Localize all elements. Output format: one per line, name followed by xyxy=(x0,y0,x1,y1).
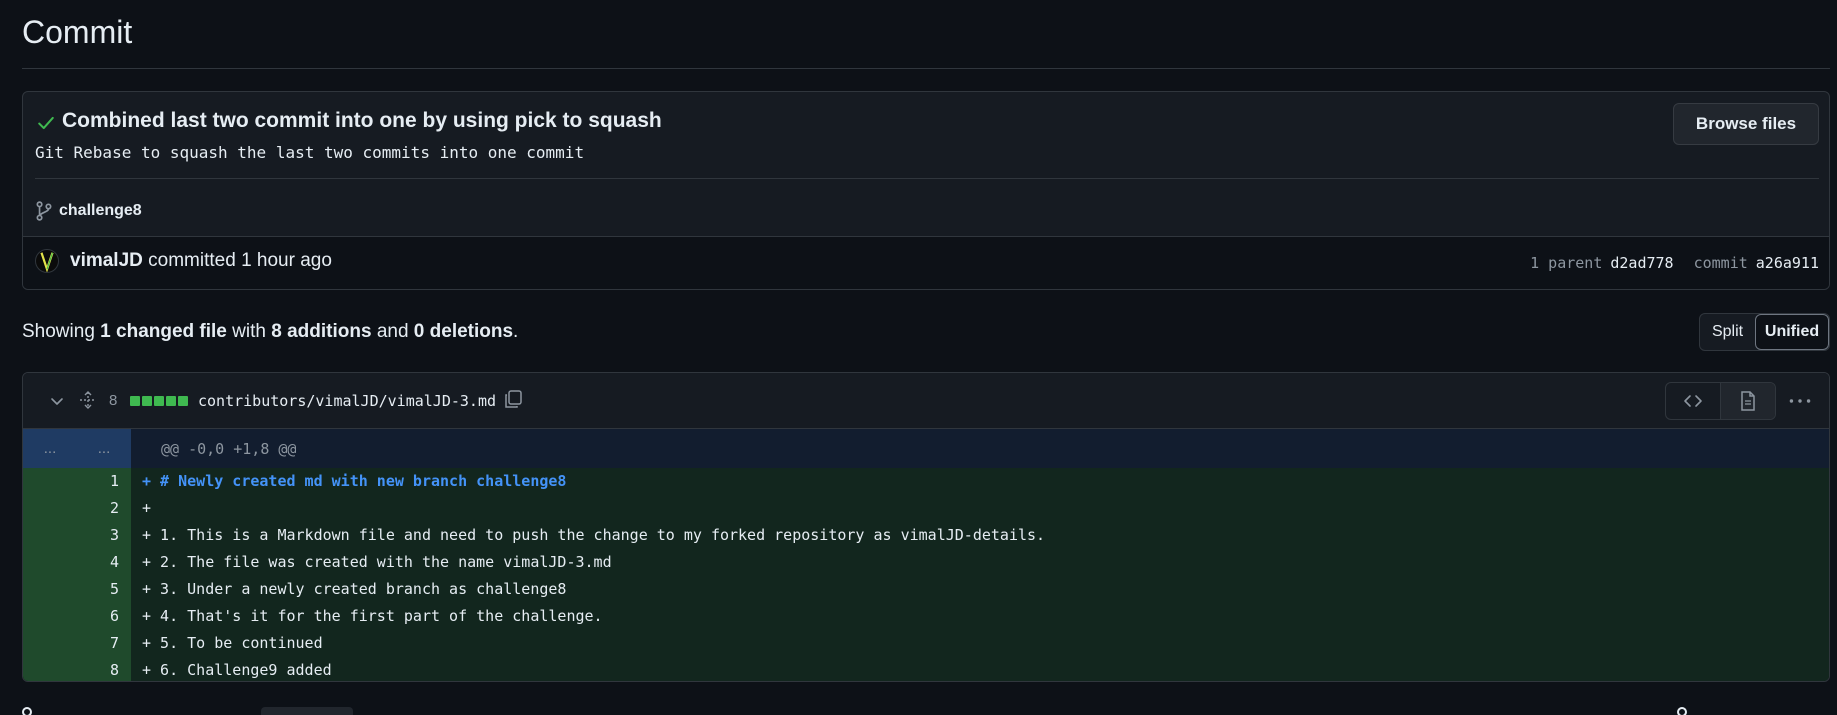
commit-label: commit xyxy=(1693,254,1748,272)
file-path[interactable]: contributors/vimalJD/vimalJD-3.md xyxy=(198,392,496,410)
split-view-button[interactable]: Split xyxy=(1700,314,1755,350)
line-code: + 4. That's it for the first part of the… xyxy=(142,607,603,625)
parent-info: 1 parent d2ad778 commit a26a911 xyxy=(1530,254,1819,272)
branch-icon xyxy=(36,201,52,221)
title-divider xyxy=(22,68,1830,69)
line-code: + 3. Under a newly created branch as cha… xyxy=(142,580,567,598)
line-gutter[interactable]: 7 xyxy=(23,630,131,657)
line-number: 6 xyxy=(109,607,119,625)
hunk-expand-right[interactable]: ... xyxy=(77,429,131,468)
line-gutter[interactable]: 5 xyxy=(23,576,131,603)
hunk-header: @@ -0,0 +1,8 @@ xyxy=(161,440,297,458)
diffstat-bar xyxy=(130,396,188,406)
commit-title: Combined last two commit into one by usi… xyxy=(62,109,662,132)
file-icon xyxy=(1741,391,1755,411)
file-header: 8 contributors/vimalJD/vimalJD-3.md xyxy=(23,373,1829,429)
parent-sha[interactable]: d2ad778 xyxy=(1610,254,1673,272)
line-number: 5 xyxy=(109,580,119,598)
file-additions-count: 8 xyxy=(109,392,118,409)
cutoff-icon xyxy=(22,707,32,715)
line-code: + 2. The file was created with the name … xyxy=(142,553,612,571)
hunk-expand-left[interactable]: ... xyxy=(23,429,77,468)
author-row: vimalJD committed 1 hour ago 1 parent d2… xyxy=(23,236,1829,289)
line-gutter[interactable]: 6 xyxy=(23,603,131,630)
line-gutter[interactable]: 2 xyxy=(23,495,131,522)
file-view-button[interactable] xyxy=(1720,383,1775,419)
line-number: 1 xyxy=(109,472,119,490)
view-toggle: Split Unified xyxy=(1699,313,1830,351)
line-number: 2 xyxy=(109,499,119,517)
summary-and: and xyxy=(376,321,409,342)
commit-box: Combined last two commit into one by usi… xyxy=(22,91,1830,290)
avatar-logo-icon xyxy=(40,252,54,272)
summary-files: 1 changed file xyxy=(100,321,227,342)
head-divider xyxy=(35,178,1819,179)
commit-action: committed xyxy=(148,250,236,271)
branch-name[interactable]: challenge8 xyxy=(59,202,142,220)
browse-files-button[interactable]: Browse files xyxy=(1673,103,1819,145)
diffstat-block xyxy=(166,396,176,406)
kebab-icon[interactable] xyxy=(1786,391,1814,411)
line-gutter[interactable]: 1 xyxy=(23,468,131,495)
line-number: 8 xyxy=(109,661,119,679)
commit-head: Combined last two commit into one by usi… xyxy=(23,92,1829,178)
commit-description: Git Rebase to squash the last two commit… xyxy=(35,143,585,162)
chevron-down-icon[interactable] xyxy=(49,393,65,409)
diff-line: 4 + 2. The file was created with the nam… xyxy=(23,549,1829,576)
unified-view-button[interactable]: Unified xyxy=(1755,314,1829,350)
diff-line: 7 + 5. To be continued xyxy=(23,630,1829,657)
file-diff: 8 contributors/vimalJD/vimalJD-3.md ... … xyxy=(22,372,1830,682)
line-code: + 5. To be continued xyxy=(142,634,323,652)
line-code: + xyxy=(142,499,152,517)
hunk-gutter[interactable]: ... ... xyxy=(23,429,131,468)
check-icon xyxy=(38,116,54,130)
page-title: Commit xyxy=(22,14,133,50)
line-gutter[interactable]: 4 xyxy=(23,549,131,576)
summary-period: . xyxy=(513,321,519,342)
line-number: 3 xyxy=(109,526,119,544)
diffstat-block xyxy=(178,396,188,406)
code-view-button[interactable] xyxy=(1666,383,1720,419)
diff-line: 6 + 4. That's it for the first part of t… xyxy=(23,603,1829,630)
hunk-header-row: ... ... @@ -0,0 +1,8 @@ xyxy=(23,429,1829,468)
author-name[interactable]: vimalJD xyxy=(70,250,143,271)
line-number: 4 xyxy=(109,553,119,571)
author-text: vimalJD committed 1 hour ago xyxy=(70,250,332,272)
diff-line: 8 + 6. Challenge9 added xyxy=(23,657,1829,681)
branch-row[interactable]: challenge8 xyxy=(35,200,142,222)
line-number: 7 xyxy=(109,634,119,652)
commit-sha: a26a911 xyxy=(1755,254,1819,272)
summary-with: with xyxy=(232,321,266,342)
diff-line: 3 + 1. This is a Markdown file and need … xyxy=(23,522,1829,549)
code-icon xyxy=(1684,395,1702,407)
summary-additions: 8 additions xyxy=(271,321,372,342)
line-code: + 6. Challenge9 added xyxy=(142,661,332,679)
expand-icon[interactable] xyxy=(78,390,98,410)
diffstat-block xyxy=(154,396,164,406)
diff-line: 2 + xyxy=(23,495,1829,522)
diff-line: 5 + 3. Under a newly created branch as c… xyxy=(23,576,1829,603)
commit-time: 1 hour ago xyxy=(241,250,332,271)
diffstat-block xyxy=(142,396,152,406)
line-gutter[interactable]: 8 xyxy=(23,657,131,681)
line-code: + 1. This is a Markdown file and need to… xyxy=(142,526,1046,544)
line-gutter[interactable]: 3 xyxy=(23,522,131,549)
avatar[interactable] xyxy=(35,249,59,273)
header-actions xyxy=(1665,382,1776,420)
summary-prefix: Showing xyxy=(22,321,95,342)
cutoff-icon xyxy=(1677,707,1687,715)
line-code: + # Newly created md with new branch cha… xyxy=(142,472,567,490)
summary-deletions: 0 deletions xyxy=(413,321,514,342)
diff-line: 1 + # Newly created md with new branch c… xyxy=(23,468,1829,495)
parent-label: 1 parent xyxy=(1530,254,1603,272)
cutoff-pill xyxy=(261,707,353,715)
diffstat-block xyxy=(130,396,140,406)
diff-summary: Showing 1 changed file with 8 additions … xyxy=(22,321,518,343)
copy-icon[interactable] xyxy=(502,388,524,410)
